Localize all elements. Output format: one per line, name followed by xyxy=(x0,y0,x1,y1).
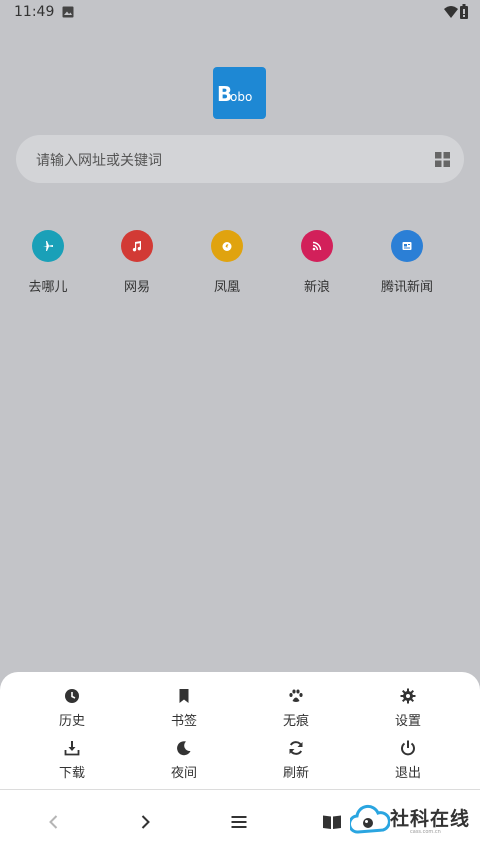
rss-icon xyxy=(301,230,333,262)
music-note-icon xyxy=(121,230,153,262)
shortcut-tencent-news[interactable]: 腾讯新闻 xyxy=(362,230,452,300)
paw-icon xyxy=(289,689,303,702)
moon-icon xyxy=(177,741,191,756)
shortcut-label: 凤凰 xyxy=(213,280,240,295)
night-mode-label: 夜间 xyxy=(170,766,197,781)
status-bar: 11:49 xyxy=(0,0,480,26)
shortcut-netease[interactable]: 网易 xyxy=(92,230,182,300)
shortcut-label: 新浪 xyxy=(303,280,330,295)
power-icon xyxy=(401,740,415,756)
shortcut-label: 网易 xyxy=(123,280,150,295)
settings-button[interactable]: 设置 xyxy=(352,688,464,736)
phoenix-icon xyxy=(211,230,243,262)
book-icon[interactable] xyxy=(322,812,342,832)
exit-button[interactable]: 退出 xyxy=(352,740,464,788)
shortcut-sina[interactable]: 新浪 xyxy=(272,230,362,300)
watermark-text: 社科在线 xyxy=(390,808,471,830)
bookmark-icon xyxy=(179,689,189,703)
incognito-label: 无痕 xyxy=(282,714,309,729)
settings-label: 设置 xyxy=(394,714,421,729)
history-label: 历史 xyxy=(58,714,85,729)
refresh-button[interactable]: 刷新 xyxy=(240,740,352,788)
clock-icon xyxy=(65,689,79,703)
refresh-icon xyxy=(289,741,303,755)
menu-icon[interactable] xyxy=(229,812,249,832)
cloud-eye-logo-icon xyxy=(350,804,390,834)
downloads-button[interactable]: 下载 xyxy=(16,740,128,788)
news-icon xyxy=(391,230,423,262)
status-time: 11:49 xyxy=(14,4,55,20)
image-notification-icon xyxy=(62,6,74,18)
shortcut-ifeng[interactable]: 凤凰 xyxy=(182,230,272,300)
bookmarks-button[interactable]: 书签 xyxy=(128,688,240,736)
watermark: 社科在线 cass.com.cn xyxy=(350,802,475,842)
qr-scan-icon[interactable] xyxy=(435,152,450,167)
watermark-sub: cass.com.cn xyxy=(410,829,441,835)
shortcut-label: 腾讯新闻 xyxy=(380,280,433,295)
wifi-icon xyxy=(444,6,458,18)
app-logo: B obo xyxy=(213,67,266,119)
forward-icon[interactable] xyxy=(135,812,155,832)
gear-icon xyxy=(400,688,416,704)
history-button[interactable]: 历史 xyxy=(16,688,128,736)
menu-panel: 历史 书签 无痕 设置 下载 夜间 刷新 退出 xyxy=(0,672,480,790)
download-icon xyxy=(64,741,80,756)
exit-label: 退出 xyxy=(394,766,421,781)
svg-text:obo: obo xyxy=(230,90,252,104)
search-bar[interactable]: 请输入网址或关键词 xyxy=(16,135,464,183)
bookmarks-label: 书签 xyxy=(170,714,197,729)
bottom-nav-bar: 社科在线 cass.com.cn xyxy=(0,790,480,853)
battery-icon xyxy=(460,4,468,19)
night-mode-button[interactable]: 夜间 xyxy=(128,740,240,788)
airplane-icon xyxy=(32,230,64,262)
back-icon[interactable] xyxy=(44,812,64,832)
refresh-label: 刷新 xyxy=(282,766,309,781)
shortcut-qunar[interactable]: 去哪儿 xyxy=(3,230,93,300)
search-input[interactable]: 请输入网址或关键词 xyxy=(36,150,162,170)
shortcut-label: 去哪儿 xyxy=(28,280,68,295)
incognito-button[interactable]: 无痕 xyxy=(240,688,352,736)
downloads-label: 下载 xyxy=(58,766,85,781)
